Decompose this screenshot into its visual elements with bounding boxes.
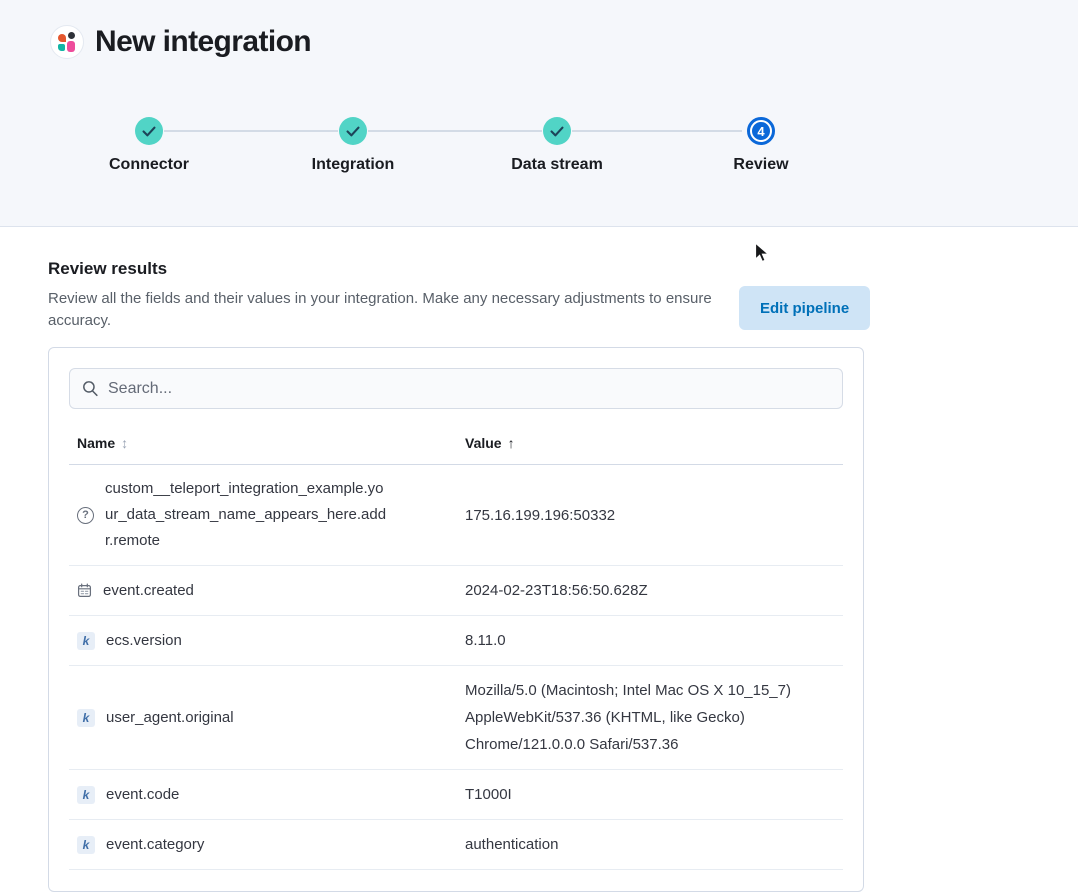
page-title: New integration <box>95 25 311 59</box>
step-complete-circle[interactable] <box>135 117 163 145</box>
column-label: Value <box>465 435 502 451</box>
step-current-circle[interactable]: 4 <box>750 120 772 142</box>
step-label: Connector <box>47 156 251 174</box>
field-value: T1000I <box>465 781 835 808</box>
keyword-field-icon: k <box>77 709 95 727</box>
column-header-value[interactable]: Value ↑ <box>465 435 515 451</box>
mouse-cursor <box>754 242 771 265</box>
field-value: 175.16.199.196:50332 <box>465 502 835 529</box>
field-name-cell: k ecs.version <box>77 628 465 654</box>
page-header-section: New integration Connector Integration Re… <box>0 0 1078 227</box>
table-header-row: Name ↕ Value ↑ <box>69 425 843 465</box>
stepper-step-review[interactable]: 4 Review <box>659 117 863 174</box>
field-name: user_agent.original <box>106 705 234 731</box>
sort-both-icon: ↕ <box>121 435 128 451</box>
step-label: Data stream <box>455 156 659 174</box>
table-row: k event.category authentication <box>69 820 843 870</box>
table-row: event.created 2024-02-23T18:56:50.628Z <box>69 566 843 616</box>
field-value: authentication <box>465 831 835 858</box>
stepper-step-integration[interactable]: Integration <box>251 117 455 174</box>
step-number: 4 <box>757 124 764 139</box>
check-icon <box>550 126 564 137</box>
search-icon <box>82 380 99 397</box>
field-name: event.category <box>106 832 204 858</box>
keyword-field-icon: k <box>77 786 95 804</box>
question-field-icon: ? <box>77 507 94 524</box>
field-name-cell: k event.code <box>77 782 465 808</box>
fields-table: Name ↕ Value ↑ ? custom__teleport_integr… <box>69 425 843 870</box>
search-box[interactable] <box>69 368 843 409</box>
search-input[interactable] <box>108 380 830 398</box>
step-complete-circle[interactable] <box>339 117 367 145</box>
column-label: Name <box>77 435 115 451</box>
field-name-cell: k user_agent.original <box>77 705 465 731</box>
stepper-step-data-stream[interactable]: Review Data stream <box>455 117 659 174</box>
edit-pipeline-button[interactable]: Edit pipeline <box>739 286 870 330</box>
field-value: 8.11.0 <box>465 627 835 654</box>
check-icon <box>346 126 360 137</box>
field-name: event.code <box>106 782 179 808</box>
table-row: ? custom__teleport_integration_example.y… <box>69 465 843 566</box>
field-value: Mozilla/5.0 (Macintosh; Intel Mac OS X 1… <box>465 677 835 758</box>
step-label: Review <box>659 156 863 174</box>
table-row: k event.code T1000I <box>69 770 843 820</box>
field-name: custom__teleport_integration_example.you… <box>105 476 387 554</box>
integration-package-icon <box>50 25 84 59</box>
keyword-field-icon: k <box>77 632 95 650</box>
arrow-up-icon: ↑ <box>508 435 515 451</box>
field-value: 2024-02-23T18:56:50.628Z <box>465 577 835 604</box>
step-complete-circle[interactable] <box>543 117 571 145</box>
table-row: k ecs.version 8.11.0 <box>69 616 843 666</box>
field-name-cell: k event.category <box>77 832 465 858</box>
field-name-cell: ? custom__teleport_integration_example.y… <box>77 476 465 554</box>
table-row: k user_agent.original Mozilla/5.0 (Macin… <box>69 666 843 770</box>
app-header: New integration <box>50 25 311 59</box>
stepper-step-connector[interactable]: Connector <box>47 117 251 174</box>
check-icon <box>142 126 156 137</box>
calendar-field-icon <box>77 583 92 598</box>
column-header-name[interactable]: Name ↕ <box>77 435 465 451</box>
review-results-description: Review all the fields and their values i… <box>48 288 718 332</box>
review-results-card: Name ↕ Value ↑ ? custom__teleport_integr… <box>48 347 864 892</box>
table-body: ? custom__teleport_integration_example.y… <box>69 465 843 870</box>
field-name-cell: event.created <box>77 578 465 604</box>
review-results-heading: Review results <box>48 259 167 279</box>
field-name: event.created <box>103 578 194 604</box>
field-name: ecs.version <box>106 628 182 654</box>
keyword-field-icon: k <box>77 836 95 854</box>
step-label: Integration <box>251 156 455 174</box>
